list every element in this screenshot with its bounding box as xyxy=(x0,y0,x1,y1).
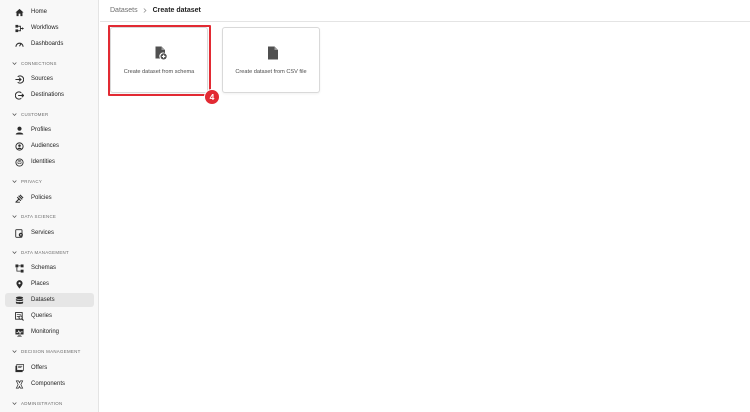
profiles-icon xyxy=(14,125,24,135)
section-label: DECISION MANAGEMENT xyxy=(21,348,81,354)
chevron-right-icon xyxy=(143,8,148,14)
queries-icon xyxy=(14,311,24,321)
sidebar-item-label: Places xyxy=(31,281,50,287)
section-label: DATA SCIENCE xyxy=(21,213,57,219)
section-label: PRIVACY xyxy=(21,178,43,184)
section-label: DATA MANAGEMENT xyxy=(21,249,70,255)
section-data-management[interactable]: DATA MANAGEMENT xyxy=(12,248,69,256)
destinations-icon xyxy=(14,90,24,100)
sidebar-item-offers[interactable]: Offers xyxy=(5,361,94,375)
section-label: CUSTOMER xyxy=(21,111,49,117)
sidebar-item-label: Home xyxy=(31,9,48,15)
identities-icon xyxy=(14,157,24,167)
chevron-down-icon xyxy=(12,60,18,66)
breadcrumb: Datasets Create dataset xyxy=(110,7,201,14)
step-callout-badge: 4 xyxy=(204,89,220,105)
file-add-icon xyxy=(155,46,167,60)
policies-icon xyxy=(14,193,24,203)
sidebar-item-label: Identities xyxy=(31,159,56,165)
create-from-csv-card[interactable]: Create dataset from CSV file xyxy=(222,27,320,93)
chevron-down-icon xyxy=(12,111,18,117)
section-customer[interactable]: CUSTOMER xyxy=(12,110,48,118)
breadcrumb-current: Create dataset xyxy=(152,7,201,14)
sidebar-item-label: Audiences xyxy=(31,143,60,149)
sidebar-item-label: Policies xyxy=(31,195,52,201)
section-decision-management[interactable]: DECISION MANAGEMENT xyxy=(12,347,81,355)
chevron-down-icon xyxy=(12,249,18,255)
sidebar-item-datasets[interactable]: Datasets xyxy=(5,293,94,307)
sidebar-item-profiles[interactable]: Profiles xyxy=(5,123,94,137)
monitoring-icon xyxy=(14,327,24,337)
audiences-icon xyxy=(14,141,24,151)
chevron-down-icon xyxy=(12,213,18,219)
breadcrumb-datasets-link[interactable]: Datasets xyxy=(110,7,138,14)
services-icon xyxy=(14,228,24,238)
sidebar-item-components[interactable]: Components xyxy=(5,377,94,391)
workflows-icon xyxy=(14,23,24,33)
chevron-down-icon xyxy=(12,400,18,406)
sidebar-item-schemas[interactable]: Schemas xyxy=(5,261,94,275)
sidebar-item-places[interactable]: Places xyxy=(5,277,94,291)
sidebar-item-label: Profiles xyxy=(31,127,52,133)
sidebar-item-monitoring[interactable]: Monitoring xyxy=(5,325,94,339)
sidebar-item-label: Sources xyxy=(31,76,54,82)
sidebar-item-label: Dashboards xyxy=(31,41,64,47)
section-privacy[interactable]: PRIVACY xyxy=(12,177,42,185)
file-icon xyxy=(267,46,279,60)
top-bar: Datasets Create dataset xyxy=(100,0,750,22)
sidebar: Home Workflows Dashboards CONNECTIONS So… xyxy=(0,0,99,412)
sidebar-item-sources[interactable]: Sources xyxy=(5,72,94,86)
card-label: Create dataset from CSV file xyxy=(235,69,307,75)
sidebar-item-queries[interactable]: Queries xyxy=(5,309,94,323)
sidebar-item-workflows[interactable]: Workflows xyxy=(5,21,94,35)
create-from-schema-card[interactable]: Create dataset from schema xyxy=(110,27,208,93)
schemas-icon xyxy=(14,263,24,273)
sidebar-item-label: Queries xyxy=(31,313,53,319)
home-icon xyxy=(14,7,24,17)
sidebar-item-identities[interactable]: Identities xyxy=(5,155,94,169)
chevron-down-icon xyxy=(12,348,18,354)
chevron-down-icon xyxy=(12,178,18,184)
components-icon xyxy=(14,379,24,389)
section-connections[interactable]: CONNECTIONS xyxy=(12,59,57,67)
sidebar-item-label: Services xyxy=(31,230,55,236)
sidebar-item-home[interactable]: Home xyxy=(5,5,94,19)
offers-icon xyxy=(14,363,24,373)
dashboards-icon xyxy=(14,39,24,49)
sidebar-item-destinations[interactable]: Destinations xyxy=(5,88,94,102)
sources-icon xyxy=(14,74,24,84)
sidebar-item-services[interactable]: Services xyxy=(5,226,94,240)
section-label: ADMINISTRATION xyxy=(21,400,63,406)
sidebar-item-label: Offers xyxy=(31,365,48,371)
datasets-icon xyxy=(14,295,24,305)
sidebar-item-label: Monitoring xyxy=(31,329,60,335)
sidebar-item-label: Components xyxy=(31,381,66,387)
section-administration[interactable]: ADMINISTRATION xyxy=(12,399,62,407)
section-data-science[interactable]: DATA SCIENCE xyxy=(12,212,56,220)
sidebar-item-label: Schemas xyxy=(31,265,57,271)
sidebar-item-label: Destinations xyxy=(31,92,65,98)
places-icon xyxy=(14,279,24,289)
card-label: Create dataset from schema xyxy=(123,69,195,75)
sidebar-item-dashboards[interactable]: Dashboards xyxy=(5,37,94,51)
section-label: CONNECTIONS xyxy=(21,60,57,66)
sidebar-item-policies[interactable]: Policies xyxy=(5,191,94,205)
sidebar-item-audiences[interactable]: Audiences xyxy=(5,139,94,153)
sidebar-item-label: Datasets xyxy=(31,297,55,303)
sidebar-item-label: Workflows xyxy=(31,25,59,31)
